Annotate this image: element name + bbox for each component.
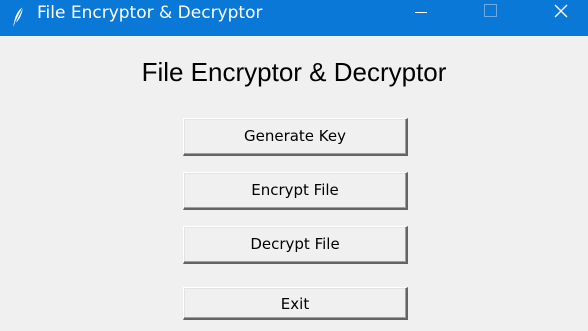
close-icon [554, 4, 568, 18]
close-button[interactable] [537, 0, 583, 26]
minimize-button[interactable] [398, 0, 444, 26]
encrypt-file-button[interactable]: Encrypt File [183, 172, 408, 210]
title-bar[interactable]: File Encryptor & Decryptor [0, 0, 588, 36]
minimize-icon [415, 12, 427, 13]
maximize-button[interactable] [467, 0, 513, 26]
maximize-icon [484, 4, 497, 17]
page-title: File Encryptor & Decryptor [141, 57, 447, 87]
window-title: File Encryptor & Decryptor [37, 3, 263, 23]
generate-key-button[interactable]: Generate Key [183, 118, 408, 156]
feather-icon [10, 6, 28, 28]
exit-button[interactable]: Exit [183, 287, 408, 320]
decrypt-file-button[interactable]: Decrypt File [183, 226, 408, 264]
